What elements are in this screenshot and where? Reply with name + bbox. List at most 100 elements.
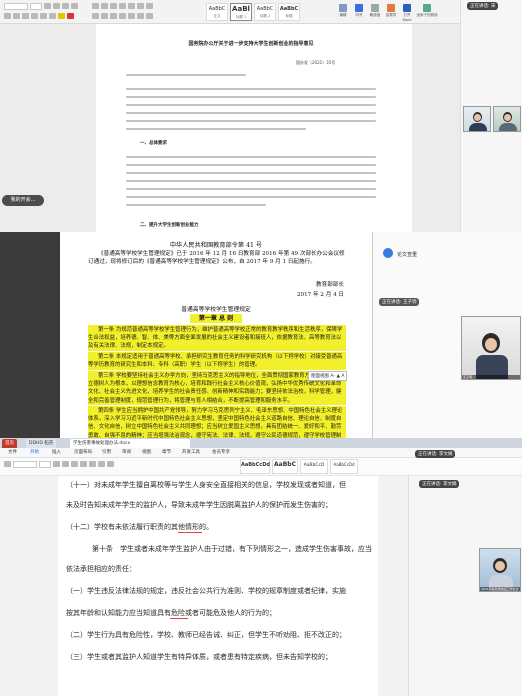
style-sample-2[interactable]: AaBbC	[272, 459, 298, 474]
align-center-icon[interactable]	[107, 461, 114, 467]
style-sample-4[interactable]: AaBbCcDd	[330, 459, 358, 474]
paste-icon[interactable]	[4, 461, 11, 467]
addins-tool[interactable]: 加载项	[384, 3, 398, 21]
font-color-icon[interactable]	[67, 13, 74, 19]
text-line: 按其年龄和认知能力应当知道具有危险或者可能危及他人的行为的；	[66, 609, 276, 617]
font-name-box[interactable]	[13, 461, 37, 468]
line-spacing-icon[interactable]	[128, 13, 135, 19]
text-line	[126, 120, 376, 122]
chapter-heading: 第一章 总 则	[190, 314, 242, 323]
open-word-tool[interactable]: 打开 Word	[400, 3, 414, 22]
clear-format-icon[interactable]	[71, 3, 78, 9]
regulation-page[interactable]: 中华人民共和国教育部令第 41 号 《普通高等学校学生管理规定》已于 2016 …	[60, 232, 372, 438]
style-normal[interactable]: AaBbC 正文	[206, 3, 228, 21]
menu-view[interactable]: 视图	[142, 449, 151, 457]
video-sidebar: 正在讲话: 宋	[460, 0, 522, 232]
justify-icon[interactable]	[119, 13, 126, 19]
text-line: 第十条 学生或者未成年学生监护人由于过错，有下列情形之一，造成学生伤害事故，应当	[92, 545, 372, 553]
font-name-box[interactable]	[4, 3, 28, 10]
case-icon[interactable]	[62, 3, 69, 9]
style-sample-3[interactable]: AaBbCcD	[300, 459, 328, 474]
meeting-share-pill[interactable]: 我的开会...	[2, 195, 44, 206]
dictate-tool[interactable]: 听写	[352, 3, 366, 21]
video-sidebar: 正在讲话: 李文娟 正在讲话: 李文娟 2021年度智慧校园工作会议	[408, 450, 522, 696]
document-page[interactable]: （十一）对未成年学生擅自离校等与学生人身安全直接相关的信息，学校发现或者知道，但…	[58, 476, 378, 696]
edit-tool[interactable]: 编辑	[336, 3, 350, 21]
page-margin-left	[0, 476, 58, 696]
participant-video[interactable]: 2021年度智慧校园工作会议	[479, 548, 521, 592]
underline-icon[interactable]	[71, 461, 78, 467]
style-sample-1[interactable]: AaBbCcDd	[240, 459, 270, 474]
tab-home[interactable]: 首页	[2, 439, 17, 448]
menu-home[interactable]: 开始	[30, 449, 39, 457]
tab-docer[interactable]: DDHD 稻壳	[26, 439, 57, 448]
italic-icon[interactable]	[13, 13, 20, 19]
menu-references[interactable]: 引用	[102, 449, 111, 457]
menu-section[interactable]: 章节	[162, 449, 171, 457]
bold-icon[interactable]	[53, 461, 60, 467]
participant-video[interactable]: 王子玥	[461, 316, 521, 380]
numbering-icon[interactable]	[89, 461, 96, 467]
subscript-icon[interactable]	[40, 13, 47, 19]
show-marks-icon[interactable]	[146, 3, 153, 9]
menu-layout[interactable]: 页面布局	[74, 449, 92, 457]
style-title[interactable]: AaBbC 标题	[278, 3, 300, 21]
text-line	[126, 104, 376, 106]
indent-increase-icon[interactable]	[128, 3, 135, 9]
align-right-icon[interactable]	[110, 13, 117, 19]
style-heading2[interactable]: AaBbC 标题 2	[254, 3, 276, 21]
shield-icon	[371, 4, 379, 12]
zoom-tooltip[interactable]: 图面视图 A- ▲ A	[308, 371, 348, 381]
align-left-icon[interactable]	[92, 13, 99, 19]
shrink-font-icon[interactable]	[53, 3, 60, 9]
bullets-icon[interactable]	[92, 3, 99, 9]
grow-font-icon[interactable]	[44, 3, 51, 9]
word-ribbon: AaBbC 正文 AaBl 标题 1 AaBbC 标题 2 AaBbC 标题 编辑 听写…	[0, 0, 522, 24]
bullets-icon[interactable]	[80, 461, 87, 467]
menu-insert[interactable]: 插入	[52, 449, 61, 457]
style-heading1[interactable]: AaBl 标题 1	[230, 3, 252, 21]
align-left-icon[interactable]	[98, 461, 105, 467]
numbering-icon[interactable]	[101, 3, 108, 9]
font-size-box[interactable]	[30, 3, 42, 10]
paragraph-row-1	[92, 3, 153, 11]
document-page[interactable]: 国务院办公厅关于进一步支持大学生创新创业的指导意见 国办发〔2021〕35号 一…	[96, 26, 412, 232]
superscript-icon[interactable]	[49, 13, 56, 19]
underline-icon[interactable]	[22, 13, 29, 19]
borders-icon[interactable]	[146, 13, 153, 19]
italic-icon[interactable]	[62, 461, 69, 467]
menu-developer[interactable]: 开发工具	[182, 449, 200, 457]
speaking-indicator: 正在讲话: 李文娟	[415, 450, 456, 458]
indent-decrease-icon[interactable]	[119, 3, 126, 9]
text-line	[126, 164, 376, 166]
speaker-icon	[423, 4, 431, 12]
toolbar-row-1	[4, 461, 114, 469]
font-size-box[interactable]	[39, 461, 51, 468]
plagiarism-check-icon[interactable]	[383, 248, 393, 258]
menu-review[interactable]: 审阅	[122, 449, 131, 457]
sort-icon[interactable]	[137, 3, 144, 9]
participant-video[interactable]	[463, 106, 491, 132]
text-line	[126, 88, 376, 90]
signer: 教育部部长	[316, 282, 344, 288]
text-line	[126, 196, 376, 198]
highlight-color-icon[interactable]	[58, 13, 65, 19]
multilevel-icon[interactable]	[110, 3, 117, 9]
middle-panel-document: 中华人民共和国教育部令第 41 号 《普通高等学校学生管理规定》已于 2016 …	[0, 232, 522, 438]
section-heading-1: 一、总体要求	[140, 141, 167, 146]
bold-icon[interactable]	[4, 13, 11, 19]
tab-document[interactable]: 学生伤害事故处理办法.docx	[70, 439, 190, 448]
spellcheck-underline	[178, 532, 202, 533]
shading-icon[interactable]	[137, 13, 144, 19]
read-aloud-tool[interactable]: 适用于的朗读	[416, 3, 438, 21]
strike-icon[interactable]	[31, 13, 38, 19]
sensitivity-tool[interactable]: 敏感度	[368, 3, 382, 21]
menu-file[interactable]: 文件	[8, 449, 17, 457]
regulation-title: 普通高等学校学生管理规定	[181, 307, 251, 313]
menu-member[interactable]: 会员专享	[212, 449, 230, 457]
addins-icon	[387, 4, 395, 12]
align-center-icon[interactable]	[101, 13, 108, 19]
plagiarism-check-button[interactable]: 论文查重	[397, 251, 417, 258]
speaking-indicator: 正在讲话: 李文娟	[419, 480, 460, 488]
participant-video[interactable]	[493, 106, 521, 132]
